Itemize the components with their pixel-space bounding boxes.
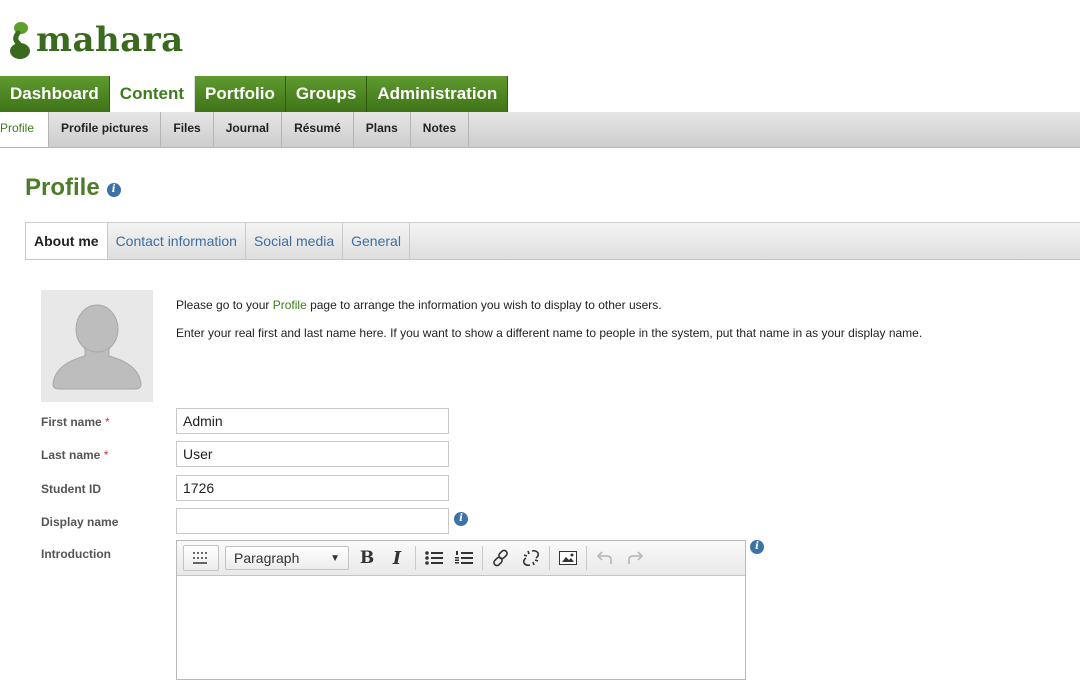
toolbar-toggle-icon[interactable] xyxy=(183,545,219,571)
main-nav-dashboard[interactable]: Dashboard xyxy=(0,76,110,112)
toolbar-separator xyxy=(586,546,587,570)
main-nav: Dashboard Content Portfolio Groups Admin… xyxy=(0,76,509,112)
intro-text-before: Please go to your xyxy=(176,298,273,312)
intro-text-after: page to arrange the information you wish… xyxy=(306,298,662,312)
profile-link[interactable]: Profile xyxy=(273,298,307,312)
bold-button[interactable]: B xyxy=(355,546,379,570)
last-name-label: Last name * xyxy=(41,448,108,462)
sub-nav-plans[interactable]: Plans xyxy=(354,112,411,147)
sub-nav-profile[interactable]: Profile xyxy=(0,112,50,147)
bullet-list-icon[interactable] xyxy=(422,546,446,570)
first-name-label: First name * xyxy=(41,415,110,429)
editor-content-area[interactable] xyxy=(177,576,745,680)
editor-toolbar: Paragraph ▼ B I xyxy=(177,541,745,576)
unlink-icon[interactable] xyxy=(519,546,543,570)
tab-contact-information[interactable]: Contact information xyxy=(108,223,246,259)
image-icon[interactable] xyxy=(556,546,580,570)
tab-general[interactable]: General xyxy=(343,223,410,259)
main-nav-content[interactable]: Content xyxy=(109,76,196,112)
display-name-info-icon[interactable]: i xyxy=(454,512,468,526)
mahara-logo[interactable]: mahara xyxy=(8,18,184,62)
info-icon[interactable]: i xyxy=(106,183,121,197)
tab-about-me[interactable]: About me xyxy=(25,223,108,259)
required-marker: * xyxy=(103,448,109,462)
required-marker: * xyxy=(105,415,110,429)
redo-icon[interactable] xyxy=(623,546,647,570)
main-nav-portfolio[interactable]: Portfolio xyxy=(195,76,286,112)
sub-nav-profile-pictures[interactable]: Profile pictures xyxy=(49,112,162,147)
display-name-field[interactable] xyxy=(176,508,449,534)
introduction-label: Introduction xyxy=(41,547,111,561)
link-icon[interactable] xyxy=(489,546,513,570)
sub-nav-resume[interactable]: Résumé xyxy=(282,112,354,147)
first-name-label-text: First name xyxy=(41,415,102,429)
student-id-label: Student ID xyxy=(41,482,101,496)
tab-social-media[interactable]: Social media xyxy=(246,223,344,259)
sub-nav-files[interactable]: Files xyxy=(161,112,214,147)
page-title-text: Profile xyxy=(25,174,100,201)
student-id-field[interactable] xyxy=(176,475,449,501)
undo-icon[interactable] xyxy=(593,546,617,570)
intro-line-1: Please go to your Profile page to arrang… xyxy=(176,298,662,312)
introduction-editor: Paragraph ▼ B I xyxy=(176,540,746,680)
caret-down-icon: ▼ xyxy=(330,552,340,564)
toolbar-separator xyxy=(549,546,550,570)
toolbar-separator xyxy=(482,546,483,570)
toolbar-separator xyxy=(415,546,416,570)
main-nav-administration[interactable]: Administration xyxy=(367,76,509,112)
paragraph-format-select[interactable]: Paragraph ▼ xyxy=(225,546,349,570)
intro-line-2: Enter your real first and last name here… xyxy=(176,326,923,340)
last-name-field[interactable] xyxy=(176,441,449,467)
display-name-label: Display name xyxy=(41,515,119,529)
sub-nav-notes[interactable]: Notes xyxy=(411,112,470,147)
page-title: Profile i xyxy=(25,174,121,202)
sub-nav-journal[interactable]: Journal xyxy=(214,112,283,147)
italic-button[interactable]: I xyxy=(385,546,409,570)
avatar xyxy=(41,290,153,402)
introduction-info-icon[interactable]: i xyxy=(750,540,764,554)
last-name-label-text: Last name xyxy=(41,448,101,462)
numbered-list-icon[interactable] xyxy=(452,546,476,570)
main-nav-groups[interactable]: Groups xyxy=(285,76,368,112)
sub-nav: Profile Profile pictures Files Journal R… xyxy=(0,112,1080,148)
logo-mark-icon xyxy=(10,22,30,59)
user-silhouette-icon xyxy=(52,304,142,390)
logo-text: mahara xyxy=(36,20,184,60)
first-name-field[interactable] xyxy=(176,408,449,434)
paragraph-format-value: Paragraph xyxy=(234,550,300,566)
profile-tabs: About me Contact information Social medi… xyxy=(25,222,1080,260)
